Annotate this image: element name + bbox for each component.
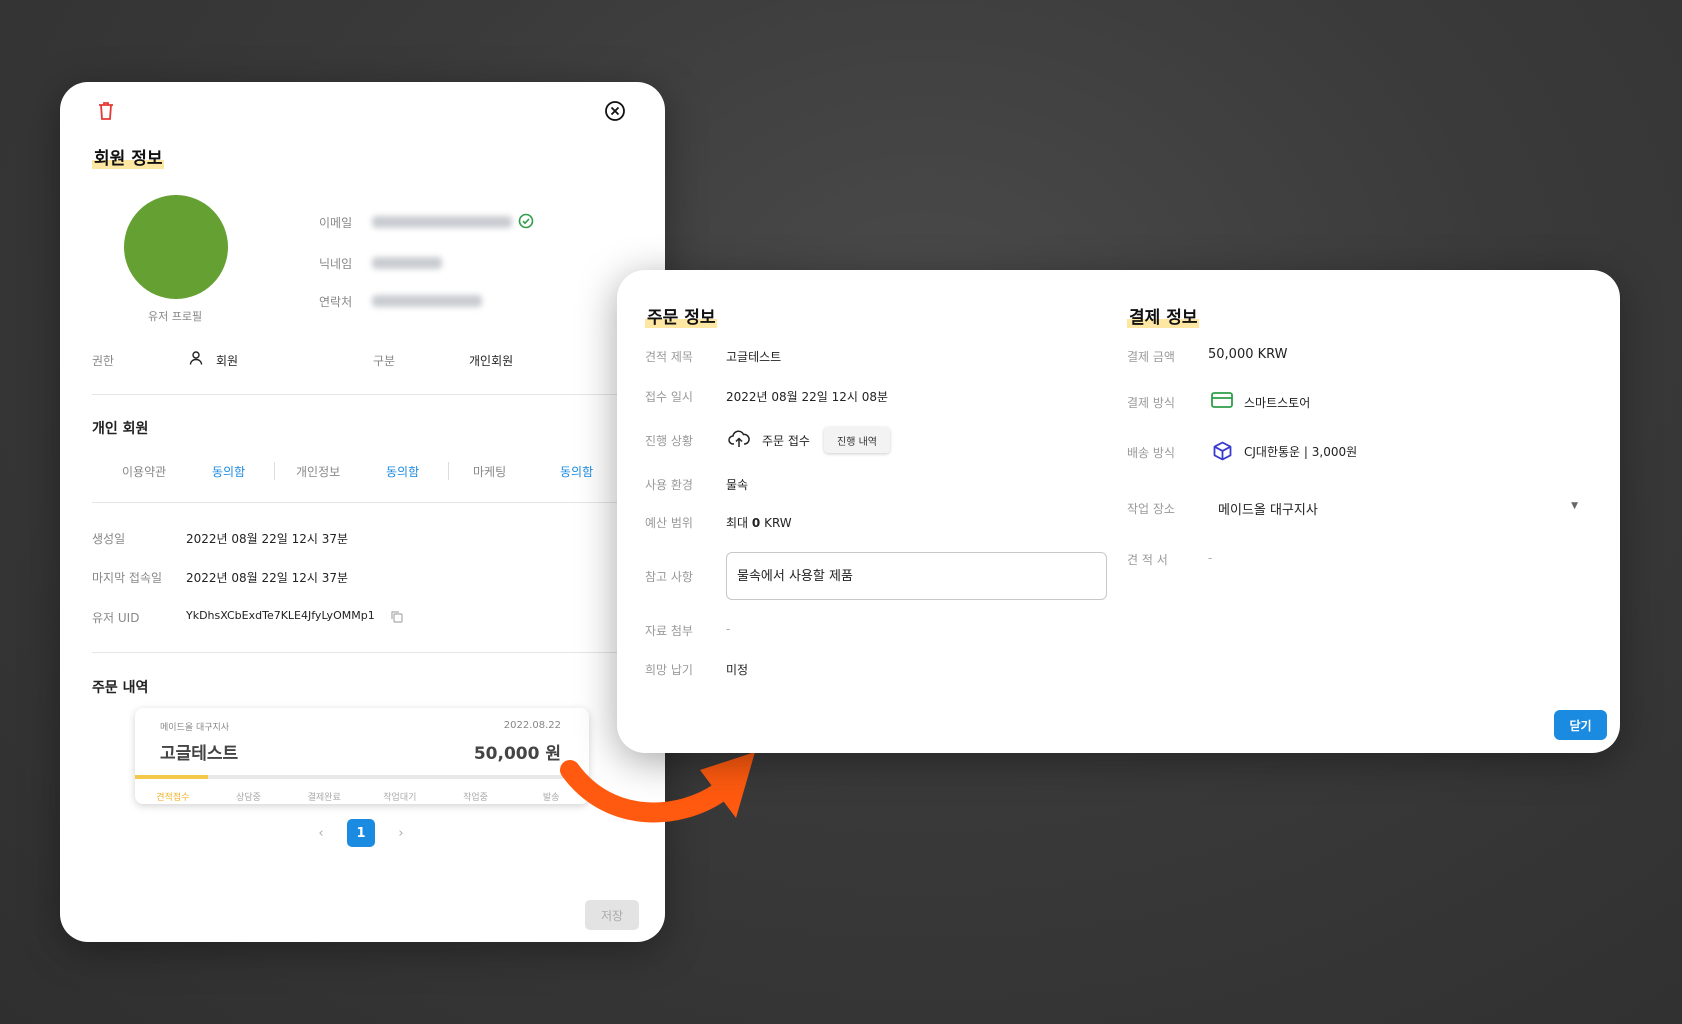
subject-value: 고글테스트: [726, 350, 782, 364]
step-label: 상담중: [236, 793, 261, 803]
email-label: 이메일: [319, 216, 353, 230]
credit-card-icon: [1211, 392, 1233, 412]
trash-icon[interactable]: [96, 100, 116, 126]
prev-page-button[interactable]: ‹: [307, 819, 335, 847]
budget-label: 예산 범위: [645, 516, 693, 530]
close-button[interactable]: 닫기: [1554, 710, 1607, 740]
divider: [448, 462, 449, 480]
email-value-redacted: [372, 216, 512, 228]
step-label: 결제완료: [307, 793, 341, 803]
order-info-title: 주문 정보: [645, 303, 718, 328]
nickname-value-redacted: [372, 257, 442, 269]
order-steps: 견적접수 상담중 결제완료 작업대기 작업중 발송: [135, 790, 589, 803]
contact-label: 연락처: [319, 295, 353, 309]
next-page-button[interactable]: ›: [387, 819, 415, 847]
budget-unit: KRW: [760, 516, 792, 530]
consent-marketing-label: 마케팅: [473, 465, 507, 479]
orders-section-title: 주문 내역: [92, 680, 149, 696]
budget-amount: 0: [751, 516, 761, 530]
uid-label: 유저 UID: [92, 611, 140, 625]
role-value: 회원: [216, 354, 239, 368]
contact-value-redacted: [372, 295, 482, 307]
attachment-label: 자료 첨부: [645, 624, 693, 638]
consent-marketing-status: 동의함: [560, 465, 594, 479]
divider: [92, 652, 665, 653]
budget-value: 최대 0 KRW: [726, 514, 792, 531]
shipping-value: CJ대한통운 | 3,000원: [1244, 445, 1358, 459]
payment-method-value: 스마트스토어: [1244, 396, 1311, 410]
package-icon: [1213, 441, 1232, 465]
order-progress-fill: [135, 775, 208, 779]
order-name: 고글테스트: [160, 744, 239, 764]
notes-textarea[interactable]: 물속에서 사용할 제품: [726, 552, 1107, 600]
divider: [92, 394, 665, 395]
role-label: 권한: [92, 354, 115, 368]
user-icon: [188, 350, 204, 370]
divider: [274, 462, 275, 480]
environment-value: 물속: [726, 478, 749, 492]
workshop-select[interactable]: 메이드올 대구지사 ▼: [1208, 492, 1578, 522]
order-amount: 50,000 원: [473, 744, 561, 764]
upload-cloud-icon: [728, 430, 750, 452]
personal-section-title: 개인 회원: [92, 421, 149, 437]
workshop-select-value: 메이드올 대구지사: [1218, 503, 1318, 518]
avatar: [124, 195, 228, 299]
uid-value: YkDhsXCbExdTe7KLE4JfyLyOMMp1: [186, 609, 375, 622]
close-circle-icon[interactable]: [604, 100, 626, 126]
order-card[interactable]: 메이드올 대구지사 2022.08.22 고글테스트 50,000 원 견적접수…: [135, 708, 589, 804]
payment-amount-label: 결제 금액: [1127, 350, 1175, 364]
attachment-value: -: [726, 622, 731, 636]
estimate-label: 견 적 서: [1127, 553, 1168, 567]
divider: [92, 502, 665, 503]
payment-info-title: 결제 정보: [1127, 303, 1200, 328]
order-info-modal: 주문 정보 견적 제목 고글테스트 접수 일시 2022년 08월 22일 12…: [617, 270, 1620, 753]
type-label: 구분: [373, 354, 396, 368]
due-date-value: 미정: [726, 663, 749, 677]
member-info-title: 회원 정보: [92, 144, 165, 169]
nickname-label: 닉네임: [319, 257, 353, 271]
created-value: 2022년 08월 22일 12시 37분: [186, 532, 349, 546]
step-label: 견적접수: [156, 793, 190, 803]
due-date-label: 희망 납기: [645, 663, 693, 677]
received-label: 접수 일시: [645, 390, 693, 404]
order-progress-bar: [135, 775, 589, 779]
chevron-down-icon: ▼: [1571, 501, 1578, 511]
save-button[interactable]: 저장: [585, 900, 639, 930]
consent-privacy-label: 개인정보: [296, 465, 341, 479]
created-label: 생성일: [92, 532, 126, 546]
payment-amount-value: 50,000 KRW: [1208, 347, 1288, 362]
page-1-button[interactable]: 1: [347, 819, 375, 847]
verified-check-icon: [518, 213, 534, 233]
step-label: 작업대기: [383, 793, 417, 803]
type-value: 개인회원: [469, 354, 514, 368]
consent-privacy-status: 동의함: [386, 465, 420, 479]
payment-method-label: 결제 방식: [1127, 396, 1175, 410]
environment-label: 사용 환경: [645, 478, 693, 492]
order-date: 2022.08.22: [503, 720, 561, 731]
last-login-label: 마지막 접속일: [92, 571, 163, 585]
budget-prefix: 최대: [726, 516, 752, 530]
status-value: 주문 접수: [762, 434, 810, 448]
shipping-label: 배송 방식: [1127, 446, 1175, 460]
profile-caption: 유저 프로필: [148, 310, 203, 323]
copy-icon[interactable]: [390, 609, 404, 628]
status-label: 진행 상황: [645, 434, 693, 448]
progress-history-button[interactable]: 진행 내역: [824, 427, 890, 453]
consent-terms-status: 동의함: [212, 465, 246, 479]
order-workshop: 메이드올 대구지사: [160, 723, 230, 733]
notes-label: 참고 사항: [645, 570, 693, 584]
step-label: 작업중: [463, 793, 488, 803]
consent-terms-label: 이용약관: [122, 465, 167, 479]
workshop-label: 작업 장소: [1127, 502, 1175, 516]
received-value: 2022년 08월 22일 12시 08분: [726, 390, 889, 404]
estimate-value: -: [1208, 551, 1213, 565]
subject-label: 견적 제목: [645, 350, 693, 364]
last-login-value: 2022년 08월 22일 12시 37분: [186, 571, 349, 585]
